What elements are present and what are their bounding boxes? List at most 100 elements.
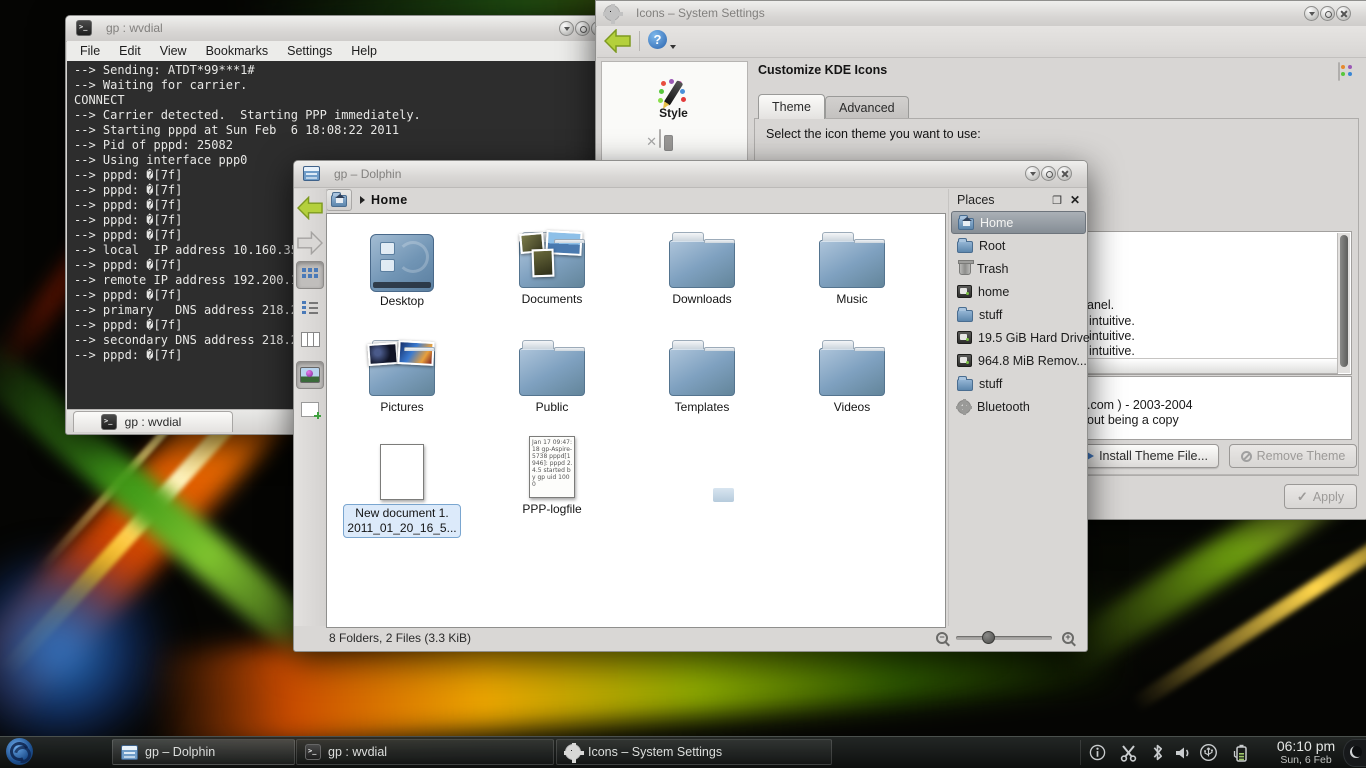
places-header-label: Places <box>957 193 995 207</box>
menu-view[interactable]: View <box>160 44 187 58</box>
preview-toggle-button[interactable] <box>296 361 324 389</box>
file-item-music[interactable]: Music <box>782 224 922 307</box>
menu-edit[interactable]: Edit <box>119 44 141 58</box>
sidebar-item-style-label[interactable]: Style <box>602 106 745 120</box>
workspace-appearance-icon[interactable] <box>659 130 661 148</box>
settings-maximize-button[interactable] <box>1320 6 1335 21</box>
view-mode-icon[interactable] <box>1338 62 1340 81</box>
split-view-button[interactable] <box>296 395 324 423</box>
theme-list-scrollbar[interactable] <box>1337 233 1350 373</box>
file-item-ppp-logfile[interactable]: Jan 17 09:47:18 gp-Aspire-5738 pppd[1946… <box>482 432 622 517</box>
terminal-maximize-button[interactable] <box>575 21 590 36</box>
file-item-label: Documents <box>482 292 622 307</box>
breadcrumb-home-button[interactable] <box>326 189 352 211</box>
battery-tray-icon[interactable] <box>1231 743 1250 762</box>
help-dropdown-caret[interactable] <box>670 45 676 49</box>
settings-close-button[interactable] <box>1336 6 1351 21</box>
places-item-label: Bluetooth <box>977 400 1030 414</box>
places-item-root[interactable]: Root <box>951 234 1086 257</box>
task-terminal[interactable]: gp : wvdial <box>296 739 554 765</box>
install-theme-file-button[interactable]: Install Theme File... <box>1076 444 1219 468</box>
clock[interactable]: 06:10 pm Sun, 6 Feb <box>1268 738 1344 766</box>
places-header: Places ❐ ✕ <box>949 189 1088 211</box>
tab-advanced[interactable]: Advanced <box>825 96 909 119</box>
places-item-home-drive[interactable]: home <box>951 280 1086 303</box>
forward-icon[interactable] <box>297 231 323 255</box>
places-item-stuff-2[interactable]: stuff <box>951 372 1086 395</box>
breadcrumb-home-label[interactable]: Home <box>371 193 408 207</box>
clock-date: Sun, 6 Feb <box>1268 755 1344 766</box>
install-theme-file-label: Install Theme File... <box>1099 449 1208 463</box>
terminal-app-icon <box>305 744 321 760</box>
file-item-public[interactable]: Public <box>482 332 622 415</box>
dolphin-minimize-button[interactable] <box>1025 166 1040 181</box>
file-item-documents[interactable]: Documents <box>482 224 622 307</box>
dolphin-close-button[interactable] <box>1057 166 1072 181</box>
pictures-folder-icon <box>369 348 435 396</box>
volume-tray-icon[interactable] <box>1173 743 1192 762</box>
float-panel-icon[interactable]: ❐ <box>1052 194 1062 207</box>
folder-icon <box>819 348 885 396</box>
icons-view-icon <box>302 268 318 282</box>
file-item-label-line2: 2011_01_20_16_5... <box>347 521 456 536</box>
places-item-bluetooth[interactable]: Bluetooth <box>951 395 1086 418</box>
places-item-trash[interactable]: Trash <box>951 257 1086 280</box>
file-item-downloads[interactable]: Downloads <box>632 224 772 307</box>
settings-titlebar[interactable]: Icons – System Settings <box>596 1 1366 27</box>
folder-icon <box>819 240 885 288</box>
menu-help[interactable]: Help <box>351 44 377 58</box>
tab-list-button[interactable] <box>99 413 119 431</box>
columns-view-button[interactable] <box>296 325 324 353</box>
taskbar: gp – Dolphin gp : wvdial Icons – System … <box>0 736 1366 768</box>
remove-theme-button[interactable]: Remove Theme <box>1229 444 1357 468</box>
file-item-templates[interactable]: Templates <box>632 332 772 415</box>
terminal-tab[interactable]: gp : wvdial <box>73 411 233 432</box>
details-view-icon <box>302 301 318 313</box>
menu-settings[interactable]: Settings <box>287 44 332 58</box>
menu-bookmarks[interactable]: Bookmarks <box>206 44 269 58</box>
task-dolphin[interactable]: gp – Dolphin <box>112 739 295 765</box>
scrollbar-thumb[interactable] <box>1340 235 1348 367</box>
tab-theme[interactable]: Theme <box>758 94 825 119</box>
terminal-menubar: File Edit View Bookmarks Settings Help <box>67 41 605 61</box>
file-item-pictures[interactable]: Pictures <box>332 332 472 415</box>
details-view-button[interactable] <box>296 293 324 321</box>
menu-file[interactable]: File <box>80 44 100 58</box>
places-item-hard-drive[interactable]: 19.5 GiB Hard Drive <box>951 326 1086 349</box>
icons-view-button[interactable] <box>296 261 324 289</box>
klipper-scissors-icon[interactable] <box>1119 743 1138 762</box>
zoom-slider-knob[interactable] <box>982 631 995 644</box>
places-item-home[interactable]: Home <box>951 211 1086 234</box>
drag-ghost-artifact <box>713 488 734 502</box>
file-item-videos[interactable]: Videos <box>782 332 922 415</box>
back-icon[interactable] <box>604 29 631 53</box>
dolphin-titlebar[interactable]: gp – Dolphin <box>294 161 1087 188</box>
dolphin-maximize-button[interactable] <box>1041 166 1056 181</box>
back-icon[interactable] <box>297 196 323 220</box>
folder-icon <box>957 241 973 253</box>
places-item-stuff[interactable]: stuff <box>951 303 1086 326</box>
apply-button[interactable]: ✓ Apply <box>1284 484 1357 509</box>
zoom-slider[interactable] <box>956 636 1052 640</box>
places-item-label: home <box>978 285 1009 299</box>
terminal-minimize-button[interactable] <box>559 21 574 36</box>
settings-minimize-button[interactable] <box>1304 6 1319 21</box>
file-item-new-document[interactable]: New document 1. 2011_01_20_16_5... <box>332 436 472 538</box>
places-panel: Places ❐ ✕ Home Root Trash home stuff 19… <box>948 189 1088 626</box>
close-panel-icon[interactable]: ✕ <box>1070 193 1080 207</box>
places-item-label: 19.5 GiB Hard Drive <box>978 331 1090 345</box>
terminal-titlebar[interactable]: gp : wvdial <box>66 16 606 42</box>
launcher-button[interactable] <box>6 738 36 767</box>
info-tray-icon[interactable] <box>1088 743 1107 762</box>
places-item-removable[interactable]: 964.8 MiB Remov... <box>951 349 1086 372</box>
breadcrumb: Home <box>326 187 947 213</box>
file-item-desktop[interactable]: Desktop <box>332 224 472 309</box>
dolphin-file-view[interactable]: Desktop Documents Downloads Music Pictur… <box>326 213 946 628</box>
device-notifier-tray-icon[interactable] <box>1199 743 1218 762</box>
zoom-in-icon[interactable]: + <box>1062 632 1074 644</box>
zoom-out-icon[interactable]: − <box>936 632 948 644</box>
task-system-settings[interactable]: Icons – System Settings <box>556 739 832 765</box>
panel-toolbox-cashew[interactable] <box>1343 739 1366 767</box>
help-icon[interactable]: ? <box>648 30 667 49</box>
bluetooth-tray-icon[interactable] <box>1148 743 1167 762</box>
